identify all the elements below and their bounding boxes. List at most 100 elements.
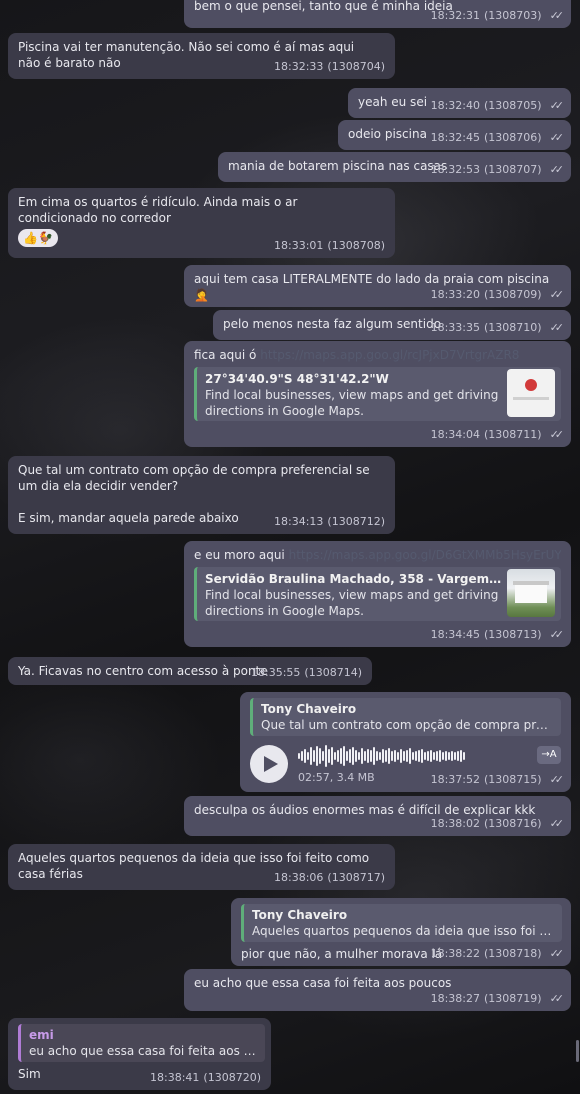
link-preview[interactable]: 27°34'40.9"S 48°31'42.2"W Find local bus…: [194, 367, 561, 421]
reactions-badge[interactable]: 👍🐓: [18, 229, 58, 247]
message-id: (1308715): [483, 773, 542, 786]
play-button[interactable]: [250, 745, 288, 783]
message-id: (1308707): [483, 163, 542, 176]
waveform-bar: [379, 752, 381, 760]
message-bubble[interactable]: eu acho que essa casa foi feita aos pouc…: [184, 969, 571, 1011]
message-time: 18:34:45: [430, 628, 480, 641]
waveform-bar: [397, 752, 399, 760]
message-id: (1308717): [327, 871, 385, 884]
message-bubble[interactable]: bem o que pensei, tanto que é minha idei…: [184, 0, 571, 28]
read-check-icon: ✓✓: [549, 321, 565, 334]
message-id: (1308705): [483, 99, 542, 112]
message-meta: 18:32:45 (1308706) ✓✓: [431, 130, 565, 146]
house-thumbnail[interactable]: [507, 569, 555, 617]
message-time: 18:32:40: [430, 99, 480, 112]
message-bubble[interactable]: Tony Chaveiro Aqueles quartos pequenos d…: [231, 898, 571, 966]
message-bubble[interactable]: Em cima os quartos é ridículo. Ainda mai…: [8, 188, 395, 258]
link-preview-description: Find local businesses, view maps and get…: [205, 388, 499, 418]
waveform-bar: [448, 752, 450, 760]
message-bubble[interactable]: fica aqui ó https://maps.app.goo.gl/rcJP…: [184, 341, 571, 447]
waveform-bar: [436, 751, 438, 761]
message-meta: 18:34:04 (1308711) ✓✓: [430, 427, 565, 443]
message-bubble[interactable]: e eu moro aqui https://maps.app.goo.gl/D…: [184, 541, 571, 647]
waveform-bar: [304, 749, 306, 763]
read-check-icon: ✓✓: [549, 131, 565, 144]
waveform-bar: [373, 747, 375, 765]
message-bubble[interactable]: yeah eu sei 18:32:40 (1308705) ✓✓: [348, 88, 571, 118]
map-thumbnail[interactable]: [507, 369, 555, 417]
transcribe-button[interactable]: →A: [537, 746, 561, 764]
waveform-bar: [319, 748, 321, 764]
read-check-icon: ✓✓: [549, 992, 565, 1005]
waveform-bar: [382, 749, 384, 763]
message-text: eu acho que essa casa foi feita aos pouc…: [194, 976, 452, 990]
message-bubble[interactable]: emi eu acho que essa casa foi feita aos …: [8, 1018, 271, 1090]
message-bubble[interactable]: aqui tem casa LITERALMENTE do lado da pr…: [184, 265, 571, 307]
message-meta: 18:38:22 (1308718) ✓✓: [431, 946, 565, 962]
message-id: (1308706): [483, 131, 542, 144]
message-bubble[interactable]: Que tal um contrato com opção de compra …: [8, 456, 395, 534]
message-meta: 18:33:35 (1308710) ✓✓: [430, 320, 565, 336]
message-id: (1308716): [483, 817, 542, 830]
waveform-bar: [310, 747, 312, 765]
waveform-bar: [412, 752, 414, 760]
message-text: Em cima os quartos é ridículo. Ainda mai…: [18, 195, 302, 225]
read-check-icon: ✓✓: [549, 288, 565, 301]
message-id: (1308720): [203, 1071, 261, 1084]
message-bubble[interactable]: Piscina vai ter manutenção. Não sei como…: [8, 33, 395, 79]
reply-quote[interactable]: Tony Chaveiro Aqueles quartos pequenos d…: [241, 904, 562, 942]
message-time: 18:38:06: [274, 871, 324, 884]
message-id: (1308710): [483, 321, 542, 334]
message-bubble[interactable]: mania de botarem piscina nas casas 18:32…: [218, 152, 571, 182]
message-time: 18:34:04: [430, 428, 480, 441]
reply-text: Que tal um contrato com opção de compra …: [261, 718, 553, 732]
message-id: (1308712): [327, 515, 385, 528]
message-bubble[interactable]: Ya. Ficavas no centro com acesso à ponte…: [8, 657, 372, 685]
waveform-bar: [424, 752, 426, 760]
message-time: 18:33:35: [430, 321, 480, 334]
link-preview-title: Servidão Braulina Machado, 358 - Vargem …: [205, 572, 505, 586]
message-time: 18:38:02: [430, 817, 480, 830]
message-text: fica aqui ó https://maps.app.goo.gl/rcJP…: [194, 347, 561, 363]
waveform-bar: [370, 750, 372, 762]
read-check-icon: ✓✓: [549, 947, 565, 960]
message-bubble[interactable]: pelo menos nesta faz algum sentido 18:33…: [213, 310, 571, 340]
read-check-icon: ✓✓: [549, 773, 565, 786]
message-meta: 18:32:40 (1308705) ✓✓: [430, 98, 565, 114]
message-id: (1308718): [483, 947, 542, 960]
waveform-bar: [394, 750, 396, 762]
voice-message-bubble[interactable]: Tony Chaveiro Que tal um contrato com op…: [240, 692, 571, 792]
link-preview-title: 27°34'40.9"S 48°31'42.2"W: [205, 372, 389, 386]
message-time: 18:32:33: [274, 60, 324, 73]
message-bubble[interactable]: odeio piscina 18:32:45 (1308706) ✓✓: [338, 120, 571, 150]
waveform-bar: [388, 748, 390, 764]
waveform-bar: [298, 753, 300, 759]
message-id: (1308703): [483, 9, 542, 22]
audio-waveform[interactable]: [298, 744, 465, 768]
waveform-bar: [430, 750, 432, 762]
message-bubble[interactable]: desculpa os áudios enormes mas é difícil…: [184, 796, 571, 836]
message-time: 18:34:13: [274, 515, 324, 528]
voice-info: 02:57, 3.4 MB: [298, 771, 375, 784]
reply-quote[interactable]: Tony Chaveiro Que tal um contrato com op…: [250, 698, 561, 736]
waveform-bar: [313, 750, 315, 762]
message-meta: 18:32:53 (1308707) ✓✓: [431, 162, 565, 178]
waveform-bar: [322, 751, 324, 761]
waveform-bar: [358, 752, 360, 760]
message-bubble[interactable]: Aqueles quartos pequenos da ideia que is…: [8, 844, 395, 890]
waveform-bar: [349, 749, 351, 763]
read-check-icon: ✓✓: [549, 163, 565, 176]
message-time: 18:33:20: [430, 288, 480, 301]
message-time: 18:35:55: [251, 666, 301, 679]
maps-link[interactable]: https://maps.app.goo.gl/D6GtXMMb5HsyErUY…: [289, 548, 561, 562]
waveform-bar: [334, 752, 336, 760]
waveform-bar: [325, 745, 327, 767]
message-time: 18:38:27: [430, 992, 480, 1005]
waveform-bar: [361, 748, 363, 764]
waveform-bar: [463, 752, 465, 760]
scrollbar-thumb[interactable]: [576, 1040, 579, 1062]
link-preview[interactable]: Servidão Braulina Machado, 358 - Vargem …: [194, 567, 561, 621]
waveform-bar: [328, 749, 330, 763]
maps-link[interactable]: https://maps.app.goo.gl/rcJPjxD7VrtgrAZR…: [260, 348, 519, 362]
reply-quote[interactable]: emi eu acho que essa casa foi feita aos …: [18, 1024, 265, 1062]
